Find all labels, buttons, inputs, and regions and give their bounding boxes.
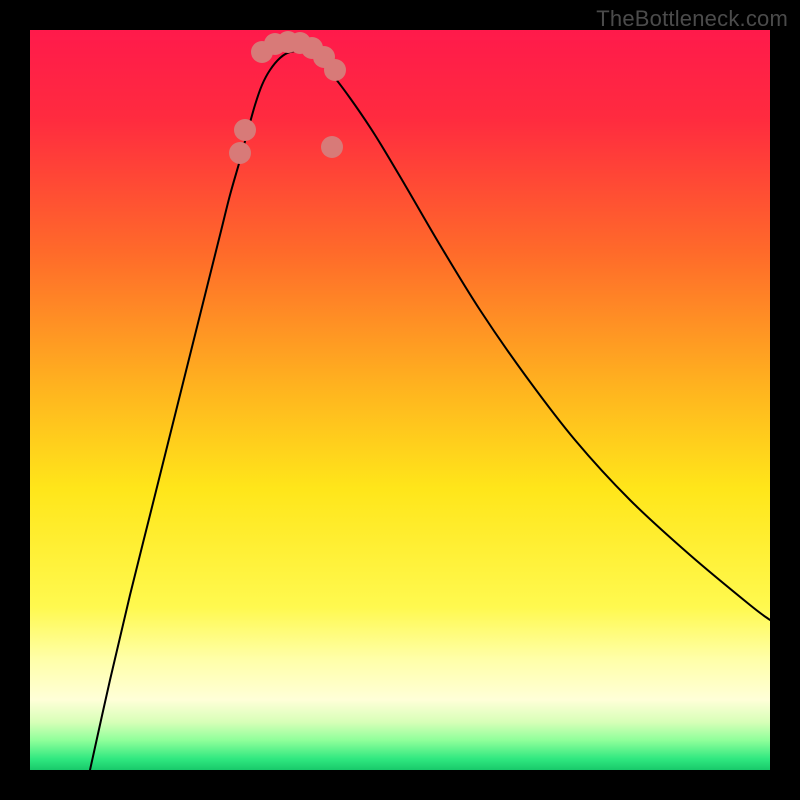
- plot-area: [30, 30, 770, 770]
- bottleneck-curve: [90, 51, 770, 770]
- curve-marker: [324, 59, 346, 81]
- chart-frame: TheBottleneck.com: [0, 0, 800, 800]
- curve-marker: [229, 142, 251, 164]
- curve-layer: [30, 30, 770, 770]
- curve-marker: [234, 119, 256, 141]
- watermark-text: TheBottleneck.com: [596, 6, 788, 32]
- curve-marker: [321, 136, 343, 158]
- curve-markers: [229, 31, 346, 164]
